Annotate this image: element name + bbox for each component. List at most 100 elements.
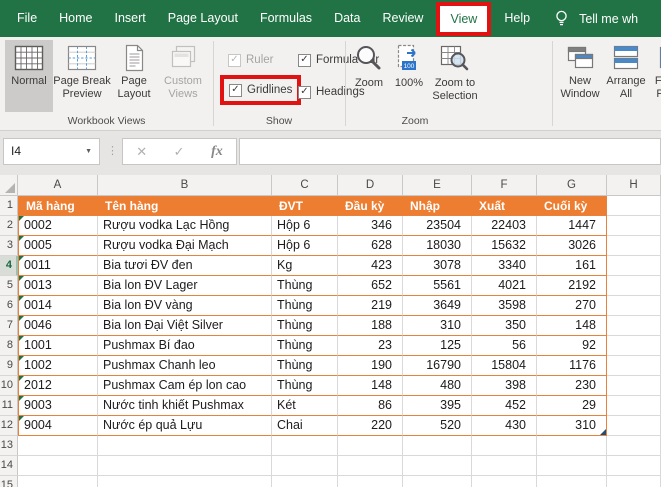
cell-E2[interactable]: 23504 [403, 216, 472, 236]
cell-F10[interactable]: 398 [472, 376, 537, 396]
table-header-cell-D1[interactable]: Đầu kỳ [338, 196, 403, 216]
row-header-8[interactable]: 8 [0, 336, 18, 356]
table-header-cell-E1[interactable]: Nhập [403, 196, 472, 216]
cell-B4[interactable]: Bia tươi ĐV đen [98, 256, 272, 276]
cell-F12[interactable]: 430 [472, 416, 537, 436]
row-header-13[interactable]: 13 [0, 436, 18, 456]
cell-H5[interactable] [607, 276, 661, 296]
tab-page-layout[interactable]: Page Layout [157, 0, 249, 37]
cell-C13[interactable] [272, 436, 338, 456]
cell-B11[interactable]: Nước tinh khiết Pushmax [98, 396, 272, 416]
tab-file[interactable]: File [6, 0, 48, 37]
table-header-cell-G1[interactable]: Cuối kỳ [537, 196, 607, 216]
cell-A11[interactable]: 9003 [18, 396, 98, 416]
cell-H13[interactable] [607, 436, 661, 456]
cell-D3[interactable]: 628 [338, 236, 403, 256]
cell-G8[interactable]: 92 [537, 336, 607, 356]
cell-F4[interactable]: 3340 [472, 256, 537, 276]
new-window-button[interactable]: New Window [558, 40, 602, 112]
insert-function-icon[interactable]: fx [211, 144, 223, 160]
page-layout-button[interactable]: Page Layout [111, 40, 157, 112]
tab-home[interactable]: Home [48, 0, 103, 37]
cell-F8[interactable]: 56 [472, 336, 537, 356]
cell-C4[interactable]: Kg [272, 256, 338, 276]
cell-H14[interactable] [607, 456, 661, 476]
column-header-C[interactable]: C [272, 175, 338, 196]
cell-D12[interactable]: 220 [338, 416, 403, 436]
cell-G13[interactable] [537, 436, 607, 456]
cell-D6[interactable]: 219 [338, 296, 403, 316]
row-header-9[interactable]: 9 [0, 356, 18, 376]
cell-H10[interactable] [607, 376, 661, 396]
cell-C9[interactable]: Thùng [272, 356, 338, 376]
row-header-5[interactable]: 5 [0, 276, 18, 296]
cell-D9[interactable]: 190 [338, 356, 403, 376]
row-header-10[interactable]: 10 [0, 376, 18, 396]
cell-B9[interactable]: Pushmax Chanh leo [98, 356, 272, 376]
cell-E4[interactable]: 3078 [403, 256, 472, 276]
cancel-icon[interactable]: ✕ [136, 144, 147, 160]
column-header-D[interactable]: D [338, 175, 403, 196]
cell-F15[interactable] [472, 476, 537, 487]
cell-A3[interactable]: 0005 [18, 236, 98, 256]
cell-A12[interactable]: 9004 [18, 416, 98, 436]
cell-H11[interactable] [607, 396, 661, 416]
cell-H8[interactable] [607, 336, 661, 356]
cell-G4[interactable]: 161 [537, 256, 607, 276]
cell-E10[interactable]: 480 [403, 376, 472, 396]
cell-C8[interactable]: Thùng [272, 336, 338, 356]
cell-A9[interactable]: 1002 [18, 356, 98, 376]
cell-G5[interactable]: 2192 [537, 276, 607, 296]
cell-E12[interactable]: 520 [403, 416, 472, 436]
cell-F6[interactable]: 3598 [472, 296, 537, 316]
cell-D7[interactable]: 188 [338, 316, 403, 336]
cell-E7[interactable]: 310 [403, 316, 472, 336]
tell-me-box[interactable]: Tell me wh [579, 12, 638, 26]
cell-F2[interactable]: 22403 [472, 216, 537, 236]
zoom-to-selection-button[interactable]: Zoom to Selection [428, 40, 482, 112]
cell-C5[interactable]: Thùng [272, 276, 338, 296]
cell-E14[interactable] [403, 456, 472, 476]
cell-B2[interactable]: Rượu vodka Lạc Hồng [98, 216, 272, 236]
row-header-2[interactable]: 2 [0, 216, 18, 236]
normal-view-button[interactable]: Normal [5, 40, 53, 112]
cell-C11[interactable]: Két [272, 396, 338, 416]
cell-H12[interactable] [607, 416, 661, 436]
cell-D15[interactable] [338, 476, 403, 487]
cell-G11[interactable]: 29 [537, 396, 607, 416]
cell-D13[interactable] [338, 436, 403, 456]
cell-A2[interactable]: 0002 [18, 216, 98, 236]
cell-A14[interactable] [18, 456, 98, 476]
row-header-12[interactable]: 12 [0, 416, 18, 436]
cell-G12[interactable]: 310 [537, 416, 607, 436]
cell-C10[interactable]: Thùng [272, 376, 338, 396]
cell-G14[interactable] [537, 456, 607, 476]
cell-H15[interactable] [607, 476, 661, 487]
cell-C12[interactable]: Chai [272, 416, 338, 436]
cell-G10[interactable]: 230 [537, 376, 607, 396]
cell-H7[interactable] [607, 316, 661, 336]
cell-B14[interactable] [98, 456, 272, 476]
cell-H4[interactable] [607, 256, 661, 276]
gridlines-checkbox[interactable]: ✓ Gridlines [229, 81, 292, 99]
cell-G2[interactable]: 1447 [537, 216, 607, 236]
cell-B6[interactable]: Bia lon ĐV vàng [98, 296, 272, 316]
column-header-B[interactable]: B [98, 175, 272, 196]
cell-F13[interactable] [472, 436, 537, 456]
column-header-A[interactable]: A [18, 175, 98, 196]
cell-A4[interactable]: 0011 [18, 256, 98, 276]
cell-B8[interactable]: Pushmax Bí đao [98, 336, 272, 356]
name-box[interactable]: I4 ▼ [3, 138, 100, 165]
page-break-preview-button[interactable]: Page Break Preview [53, 40, 111, 112]
cell-D11[interactable]: 86 [338, 396, 403, 416]
cell-F9[interactable]: 15804 [472, 356, 537, 376]
cell-D14[interactable] [338, 456, 403, 476]
row-header-3[interactable]: 3 [0, 236, 18, 256]
name-box-dropdown-icon[interactable]: ▼ [85, 139, 92, 164]
cell-H6[interactable] [607, 296, 661, 316]
row-header-11[interactable]: 11 [0, 396, 18, 416]
cell-B15[interactable] [98, 476, 272, 487]
column-header-E[interactable]: E [403, 175, 472, 196]
table-header-cell-F1[interactable]: Xuất [472, 196, 537, 216]
cell-E13[interactable] [403, 436, 472, 456]
